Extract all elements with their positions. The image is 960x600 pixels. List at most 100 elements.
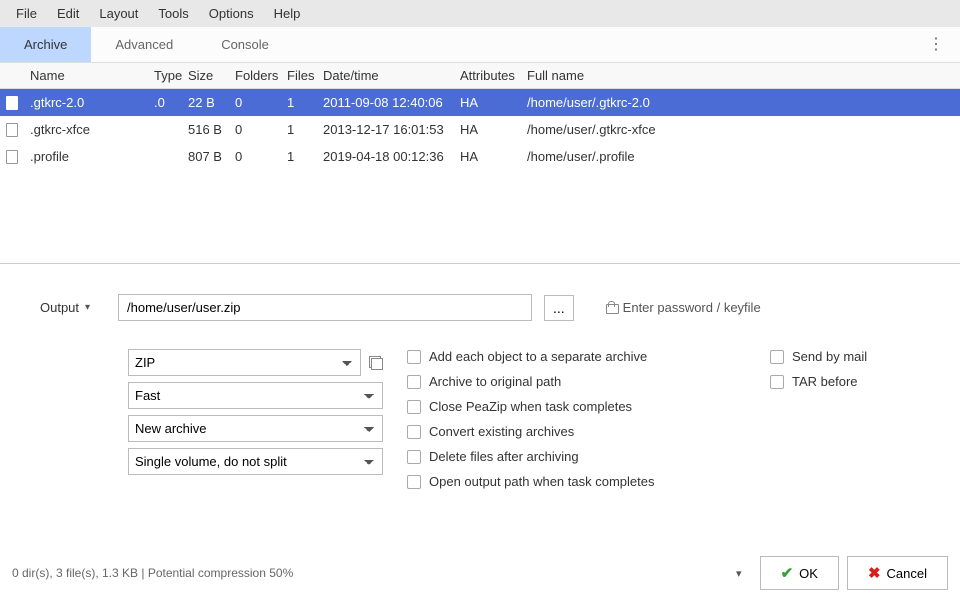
file-icon bbox=[6, 96, 18, 110]
checkbox-label: Delete files after archiving bbox=[429, 449, 579, 464]
output-label[interactable]: Output ▾ bbox=[40, 300, 106, 315]
menubar: FileEditLayoutTools OptionsHelp bbox=[0, 0, 960, 27]
chevron-down-icon[interactable]: ▾ bbox=[736, 567, 742, 580]
tab-archive[interactable]: Archive bbox=[0, 27, 91, 62]
cell-folders: 0 bbox=[229, 90, 281, 115]
tabs: ArchiveAdvancedConsole ⋮ bbox=[0, 27, 960, 63]
checkbox-item[interactable]: Close PeaZip when task completes bbox=[407, 399, 746, 414]
password-label: Enter password / keyfile bbox=[623, 300, 761, 315]
split-select[interactable]: Single volume, do not split bbox=[128, 448, 383, 475]
cell-attributes: HA bbox=[454, 117, 521, 142]
lock-icon bbox=[606, 301, 617, 314]
cell-name: .gtkrc-xfce bbox=[24, 117, 148, 142]
cell-fullname: /home/user/.gtkrc-xfce bbox=[521, 117, 960, 142]
table-row[interactable]: .gtkrc-2.0.022 B012011-09-08 12:40:06HA/… bbox=[0, 89, 960, 116]
menu-options[interactable]: Options bbox=[201, 4, 262, 23]
table-header[interactable]: Name Type Size Folders Files Date/time A… bbox=[0, 63, 960, 89]
table-row[interactable]: .gtkrc-xfce 516 B012013-12-17 16:01:53HA/… bbox=[0, 116, 960, 143]
file-icon bbox=[6, 123, 18, 137]
checkbox-icon bbox=[407, 400, 421, 414]
x-icon: ✖ bbox=[868, 564, 881, 582]
format-select[interactable]: ZIP bbox=[128, 349, 361, 376]
menu-tools[interactable]: Tools bbox=[150, 4, 196, 23]
checkbox-icon bbox=[407, 450, 421, 464]
cancel-button[interactable]: ✖ Cancel bbox=[847, 556, 948, 590]
cell-datetime: 2011-09-08 12:40:06 bbox=[317, 90, 454, 115]
cell-fullname: /home/user/.gtkrc-2.0 bbox=[521, 90, 960, 115]
status-text: 0 dir(s), 3 file(s), 1.3 KB | Potential … bbox=[12, 566, 736, 580]
header-type[interactable]: Type bbox=[148, 63, 182, 88]
checkbox-item[interactable]: Delete files after archiving bbox=[407, 449, 746, 464]
copy-icon[interactable] bbox=[369, 356, 383, 370]
checkbox-icon bbox=[407, 425, 421, 439]
browse-button[interactable]: ... bbox=[544, 295, 574, 321]
header-files[interactable]: Files bbox=[281, 63, 317, 88]
cell-folders: 0 bbox=[229, 144, 281, 169]
password-link[interactable]: Enter password / keyfile bbox=[606, 300, 761, 315]
cell-datetime: 2013-12-17 16:01:53 bbox=[317, 117, 454, 142]
checkbox-icon bbox=[407, 350, 421, 364]
header-size[interactable]: Size bbox=[182, 63, 229, 88]
cell-attributes: HA bbox=[454, 144, 521, 169]
checks-main-column: Add each object to a separate archive Arc… bbox=[407, 349, 746, 489]
cell-size: 516 B bbox=[182, 117, 229, 142]
footer: 0 dir(s), 3 file(s), 1.3 KB | Potential … bbox=[0, 546, 960, 600]
checkbox-label: Open output path when task completes bbox=[429, 474, 654, 489]
cell-type bbox=[148, 125, 182, 135]
cancel-label: Cancel bbox=[887, 566, 927, 581]
tab-console[interactable]: Console bbox=[197, 27, 293, 62]
menu-help[interactable]: Help bbox=[266, 4, 309, 23]
checkbox-label: Archive to original path bbox=[429, 374, 561, 389]
menu-edit[interactable]: Edit bbox=[49, 4, 87, 23]
cell-name: .profile bbox=[24, 144, 148, 169]
checkbox-label: TAR before bbox=[792, 374, 858, 389]
menu-file[interactable]: File bbox=[8, 4, 45, 23]
tab-advanced[interactable]: Advanced bbox=[91, 27, 197, 62]
header-attributes[interactable]: Attributes bbox=[454, 63, 521, 88]
checkbox-item[interactable]: Add each object to a separate archive bbox=[407, 349, 746, 364]
options-grid: ZIP Fast New archive Single volume, do n… bbox=[40, 349, 920, 489]
output-row: Output ▾ ... Enter password / keyfile bbox=[40, 294, 920, 321]
table-body: .gtkrc-2.0.022 B012011-09-08 12:40:06HA/… bbox=[0, 89, 960, 170]
checkbox-label: Convert existing archives bbox=[429, 424, 574, 439]
chevron-down-icon[interactable]: ▾ bbox=[85, 302, 90, 313]
cell-type bbox=[148, 152, 182, 162]
mode-select[interactable]: New archive bbox=[128, 415, 383, 442]
checkbox-icon bbox=[770, 350, 784, 364]
cell-folders: 0 bbox=[229, 117, 281, 142]
cell-files: 1 bbox=[281, 117, 317, 142]
ok-label: OK bbox=[799, 566, 818, 581]
checkbox-icon bbox=[407, 475, 421, 489]
cell-datetime: 2019-04-18 00:12:36 bbox=[317, 144, 454, 169]
checkbox-label: Add each object to a separate archive bbox=[429, 349, 647, 364]
cell-type: .0 bbox=[148, 90, 182, 115]
checkbox-item[interactable]: Convert existing archives bbox=[407, 424, 746, 439]
checkbox-icon bbox=[407, 375, 421, 389]
checkbox-item[interactable]: Send by mail bbox=[770, 349, 920, 364]
ok-button[interactable]: ✔ OK bbox=[760, 556, 839, 590]
menu-layout[interactable]: Layout bbox=[91, 4, 146, 23]
divider bbox=[0, 263, 960, 264]
checkbox-item[interactable]: Open output path when task completes bbox=[407, 474, 746, 489]
cell-fullname: /home/user/.profile bbox=[521, 144, 960, 169]
header-folders[interactable]: Folders bbox=[229, 63, 281, 88]
output-label-text: Output bbox=[40, 300, 79, 315]
cell-size: 807 B bbox=[182, 144, 229, 169]
cell-name: .gtkrc-2.0 bbox=[24, 90, 148, 115]
cell-size: 22 B bbox=[182, 90, 229, 115]
check-icon: ✔ bbox=[781, 564, 794, 582]
checkbox-item[interactable]: Archive to original path bbox=[407, 374, 746, 389]
cell-files: 1 bbox=[281, 144, 317, 169]
checkbox-label: Send by mail bbox=[792, 349, 867, 364]
header-datetime[interactable]: Date/time bbox=[317, 63, 454, 88]
form-area: Output ▾ ... Enter password / keyfile ZI… bbox=[0, 274, 960, 546]
output-path-input[interactable] bbox=[118, 294, 532, 321]
header-fullname[interactable]: Full name bbox=[521, 63, 960, 88]
checkbox-label: Close PeaZip when task completes bbox=[429, 399, 632, 414]
speed-select[interactable]: Fast bbox=[128, 382, 383, 409]
cell-files: 1 bbox=[281, 90, 317, 115]
more-menu-icon[interactable]: ⋮ bbox=[912, 28, 960, 61]
header-name[interactable]: Name bbox=[24, 63, 148, 88]
checkbox-item[interactable]: TAR before bbox=[770, 374, 920, 389]
table-row[interactable]: .profile 807 B012019-04-18 00:12:36HA/hom… bbox=[0, 143, 960, 170]
